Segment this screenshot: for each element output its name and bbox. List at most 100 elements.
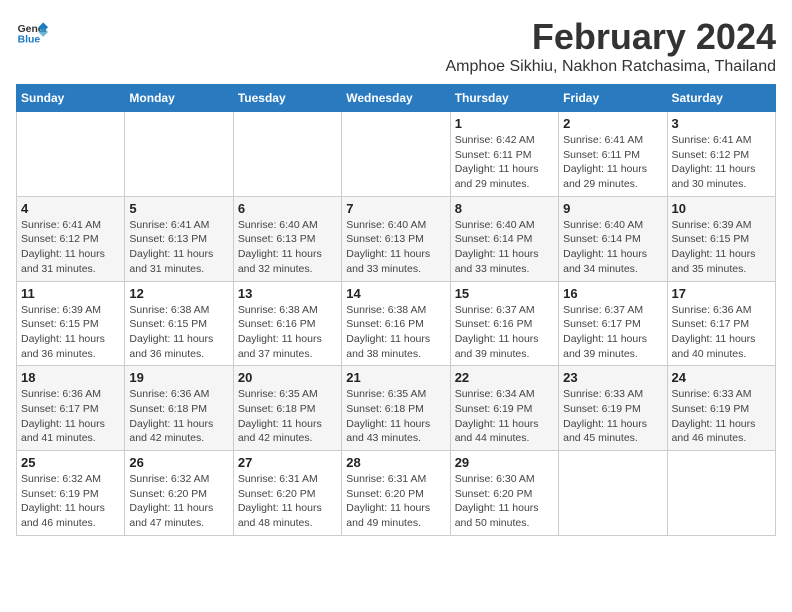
date-number: 12 (129, 286, 228, 301)
date-number: 24 (672, 370, 771, 385)
calendar-cell: 24 Sunrise: 6:33 AM Sunset: 6:19 PM Dayli… (667, 366, 775, 451)
calendar-cell: 16 Sunrise: 6:37 AM Sunset: 6:17 PM Dayli… (559, 281, 667, 366)
date-number: 16 (563, 286, 662, 301)
calendar-cell (559, 451, 667, 536)
calendar-header-row: Sunday Monday Tuesday Wednesday Thursday… (17, 85, 776, 112)
calendar-cell: 3Sunrise: 6:41 AM Sunset: 6:12 PM Daylig… (667, 112, 775, 197)
date-number: 15 (455, 286, 554, 301)
calendar-cell: 19 Sunrise: 6:36 AM Sunset: 6:18 PM Dayli… (125, 366, 233, 451)
calendar-cell: 8 Sunrise: 6:40 AM Sunset: 6:14 PM Daylig… (450, 196, 558, 281)
calendar-cell: 20 Sunrise: 6:35 AM Sunset: 6:18 PM Dayli… (233, 366, 341, 451)
calendar-title: February 2024 (445, 16, 776, 58)
date-number: 19 (129, 370, 228, 385)
page-header: General Blue February 2024 Amphoe Sikhiu… (16, 16, 776, 76)
date-number: 25 (21, 455, 120, 470)
calendar-cell: 21 Sunrise: 6:35 AM Sunset: 6:18 PM Dayli… (342, 366, 450, 451)
logo: General Blue (16, 16, 48, 48)
calendar-cell: 1 Sunrise: 6:42 AM Sunset: 6:11 PM Daylig… (450, 112, 558, 197)
calendar-cell: 7 Sunrise: 6:40 AM Sunset: 6:13 PM Daylig… (342, 196, 450, 281)
cell-info: Sunrise: 6:35 AM Sunset: 6:18 PM Dayligh… (238, 387, 337, 446)
date-number: 27 (238, 455, 337, 470)
date-number: 10 (672, 201, 771, 216)
cell-info: Sunrise: 6:36 AM Sunset: 6:17 PM Dayligh… (672, 303, 771, 362)
cell-info: Sunrise: 6:35 AM Sunset: 6:18 PM Dayligh… (346, 387, 445, 446)
calendar-week-1: 1 Sunrise: 6:42 AM Sunset: 6:11 PM Daylig… (17, 112, 776, 197)
header-thursday: Thursday (450, 85, 558, 112)
calendar-cell (125, 112, 233, 197)
cell-info: Sunrise: 6:32 AM Sunset: 6:19 PM Dayligh… (21, 472, 120, 531)
cell-info: Sunrise: 6:36 AM Sunset: 6:18 PM Dayligh… (129, 387, 228, 446)
cell-info: Sunrise: 6:40 AM Sunset: 6:14 PM Dayligh… (563, 218, 662, 277)
cell-info: Sunrise: 6:31 AM Sunset: 6:20 PM Dayligh… (238, 472, 337, 531)
calendar-cell (233, 112, 341, 197)
cell-info: Sunrise: 6:40 AM Sunset: 6:13 PM Dayligh… (238, 218, 337, 277)
cell-info: Sunrise: 6:42 AM Sunset: 6:11 PM Dayligh… (455, 133, 554, 192)
date-number: 23 (563, 370, 662, 385)
header-tuesday: Tuesday (233, 85, 341, 112)
date-number: 1 (455, 116, 554, 131)
calendar-cell: 13 Sunrise: 6:38 AM Sunset: 6:16 PM Dayli… (233, 281, 341, 366)
calendar-cell: 10 Sunrise: 6:39 AM Sunset: 6:15 PM Dayli… (667, 196, 775, 281)
header-saturday: Saturday (667, 85, 775, 112)
cell-info: Sunrise: 6:37 AM Sunset: 6:17 PM Dayligh… (563, 303, 662, 362)
calendar-cell: 11Sunrise: 6:39 AM Sunset: 6:15 PM Dayli… (17, 281, 125, 366)
cell-info: Sunrise: 6:41 AM Sunset: 6:13 PM Dayligh… (129, 218, 228, 277)
date-number: 6 (238, 201, 337, 216)
calendar-week-2: 4Sunrise: 6:41 AM Sunset: 6:12 PM Daylig… (17, 196, 776, 281)
calendar-cell: 15Sunrise: 6:37 AM Sunset: 6:16 PM Dayli… (450, 281, 558, 366)
svg-text:Blue: Blue (18, 34, 41, 45)
cell-info: Sunrise: 6:31 AM Sunset: 6:20 PM Dayligh… (346, 472, 445, 531)
calendar-cell: 27 Sunrise: 6:31 AM Sunset: 6:20 PM Dayli… (233, 451, 341, 536)
cell-info: Sunrise: 6:41 AM Sunset: 6:11 PM Dayligh… (563, 133, 662, 192)
title-section: February 2024 Amphoe Sikhiu, Nakhon Ratc… (445, 16, 776, 76)
date-number: 11 (21, 286, 120, 301)
date-number: 21 (346, 370, 445, 385)
calendar-week-4: 18Sunrise: 6:36 AM Sunset: 6:17 PM Dayli… (17, 366, 776, 451)
header-friday: Friday (559, 85, 667, 112)
calendar-cell (17, 112, 125, 197)
cell-info: Sunrise: 6:34 AM Sunset: 6:19 PM Dayligh… (455, 387, 554, 446)
calendar-subtitle: Amphoe Sikhiu, Nakhon Ratchasima, Thaila… (445, 58, 776, 76)
calendar-cell: 14 Sunrise: 6:38 AM Sunset: 6:16 PM Dayli… (342, 281, 450, 366)
logo-icon: General Blue (16, 16, 48, 48)
calendar-cell: 26 Sunrise: 6:32 AM Sunset: 6:20 PM Dayli… (125, 451, 233, 536)
calendar-cell: 23 Sunrise: 6:33 AM Sunset: 6:19 PM Dayli… (559, 366, 667, 451)
cell-info: Sunrise: 6:38 AM Sunset: 6:16 PM Dayligh… (346, 303, 445, 362)
cell-info: Sunrise: 6:40 AM Sunset: 6:13 PM Dayligh… (346, 218, 445, 277)
calendar-cell: 22Sunrise: 6:34 AM Sunset: 6:19 PM Dayli… (450, 366, 558, 451)
calendar-cell: 25 Sunrise: 6:32 AM Sunset: 6:19 PM Dayli… (17, 451, 125, 536)
date-number: 7 (346, 201, 445, 216)
calendar-cell: 4Sunrise: 6:41 AM Sunset: 6:12 PM Daylig… (17, 196, 125, 281)
date-number: 14 (346, 286, 445, 301)
cell-info: Sunrise: 6:33 AM Sunset: 6:19 PM Dayligh… (563, 387, 662, 446)
cell-info: Sunrise: 6:41 AM Sunset: 6:12 PM Dayligh… (672, 133, 771, 192)
cell-info: Sunrise: 6:33 AM Sunset: 6:19 PM Dayligh… (672, 387, 771, 446)
date-number: 8 (455, 201, 554, 216)
calendar-week-3: 11Sunrise: 6:39 AM Sunset: 6:15 PM Dayli… (17, 281, 776, 366)
cell-info: Sunrise: 6:41 AM Sunset: 6:12 PM Dayligh… (21, 218, 120, 277)
cell-info: Sunrise: 6:38 AM Sunset: 6:15 PM Dayligh… (129, 303, 228, 362)
header-wednesday: Wednesday (342, 85, 450, 112)
date-number: 13 (238, 286, 337, 301)
calendar-cell: 2 Sunrise: 6:41 AM Sunset: 6:11 PM Daylig… (559, 112, 667, 197)
calendar-cell (342, 112, 450, 197)
date-number: 28 (346, 455, 445, 470)
cell-info: Sunrise: 6:38 AM Sunset: 6:16 PM Dayligh… (238, 303, 337, 362)
cell-info: Sunrise: 6:40 AM Sunset: 6:14 PM Dayligh… (455, 218, 554, 277)
date-number: 26 (129, 455, 228, 470)
cell-info: Sunrise: 6:39 AM Sunset: 6:15 PM Dayligh… (672, 218, 771, 277)
calendar-cell: 17Sunrise: 6:36 AM Sunset: 6:17 PM Dayli… (667, 281, 775, 366)
calendar-cell (667, 451, 775, 536)
calendar-cell: 6 Sunrise: 6:40 AM Sunset: 6:13 PM Daylig… (233, 196, 341, 281)
cell-info: Sunrise: 6:36 AM Sunset: 6:17 PM Dayligh… (21, 387, 120, 446)
calendar-table: Sunday Monday Tuesday Wednesday Thursday… (16, 84, 776, 536)
cell-info: Sunrise: 6:30 AM Sunset: 6:20 PM Dayligh… (455, 472, 554, 531)
date-number: 2 (563, 116, 662, 131)
date-number: 29 (455, 455, 554, 470)
date-number: 20 (238, 370, 337, 385)
calendar-cell: 29 Sunrise: 6:30 AM Sunset: 6:20 PM Dayli… (450, 451, 558, 536)
cell-info: Sunrise: 6:32 AM Sunset: 6:20 PM Dayligh… (129, 472, 228, 531)
date-number: 9 (563, 201, 662, 216)
calendar-week-5: 25 Sunrise: 6:32 AM Sunset: 6:19 PM Dayli… (17, 451, 776, 536)
header-sunday: Sunday (17, 85, 125, 112)
